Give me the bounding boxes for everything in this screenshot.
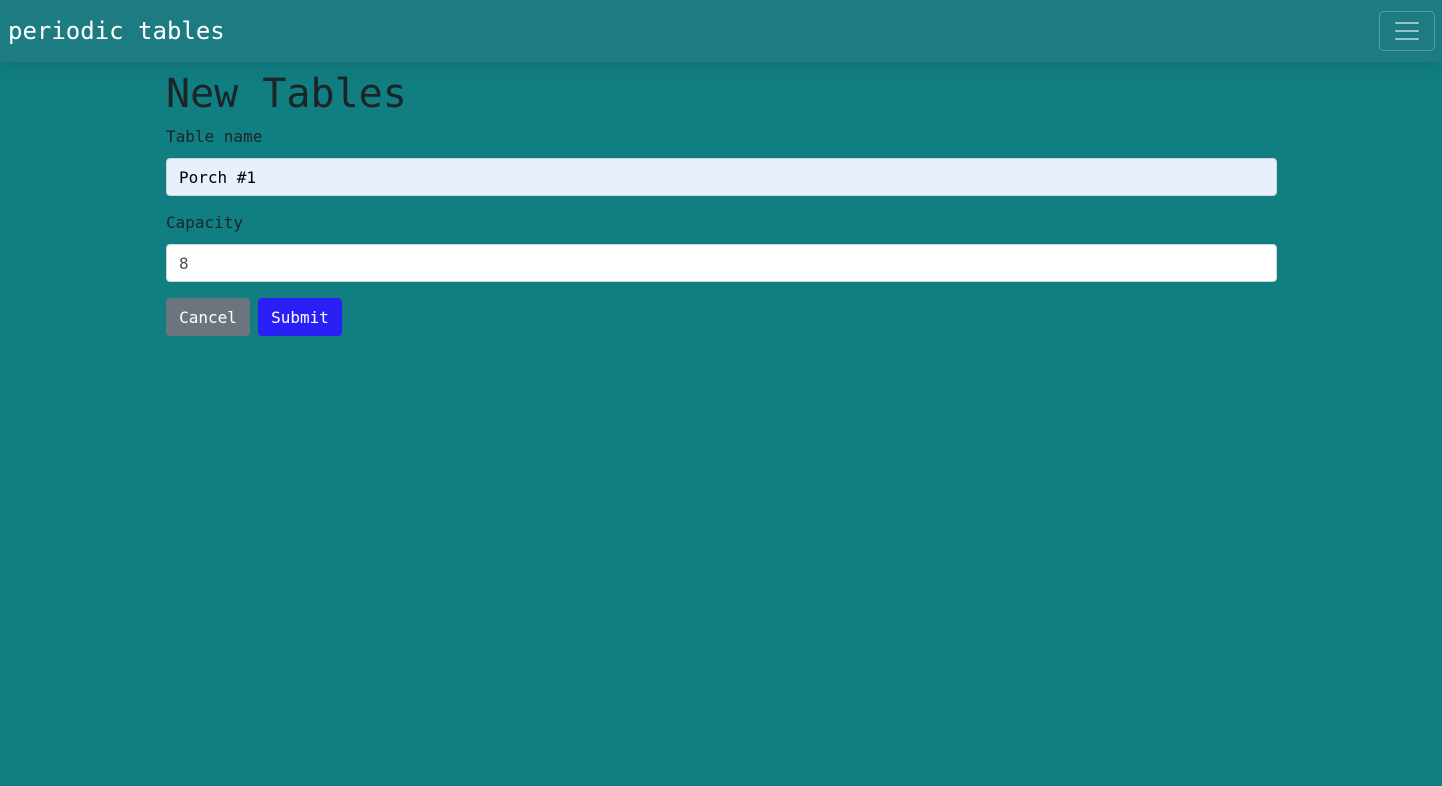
capacity-label: Capacity (166, 213, 244, 232)
table-name-input[interactable] (166, 158, 1277, 196)
brand-link[interactable]: periodic tables (8, 14, 225, 48)
page-title: New Tables (166, 71, 407, 117)
submit-button[interactable]: Submit (258, 298, 342, 336)
capacity-input[interactable] (166, 244, 1277, 282)
table-name-label: Table name (166, 127, 263, 146)
navbar-toggler-button[interactable] (1379, 11, 1435, 51)
navbar: periodic tables (0, 0, 1442, 62)
hamburger-menu-icon (1395, 22, 1419, 40)
cancel-button[interactable]: Cancel (166, 298, 250, 336)
